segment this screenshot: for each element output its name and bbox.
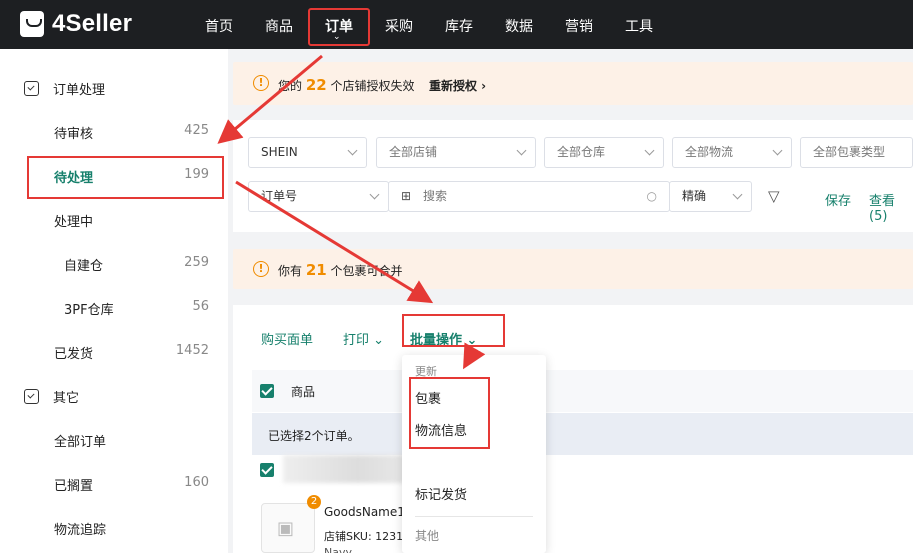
brand-name: 4Seller — [52, 10, 133, 37]
search-icon: ○ — [646, 189, 657, 203]
sidebar-item-tracking[interactable]: 物流追踪 — [54, 519, 106, 538]
sidebar-group-order-processing[interactable]: 订单处理 — [24, 79, 105, 98]
nav-inventory[interactable]: 库存 — [445, 16, 473, 36]
nav-products[interactable]: 商品 — [265, 16, 293, 36]
product-name[interactable]: GoodsName11 — [324, 505, 402, 519]
sidebar-item-3pf-warehouse[interactable]: 3PF仓库 — [64, 299, 114, 318]
sidebar-count: 160 — [184, 475, 209, 490]
top-navbar: 4Seller 首页 商品 订单 ⌄ 采购 库存 数据 营销 工具 — [0, 0, 913, 49]
sidebar-item-pending-review[interactable]: 待审核 — [54, 123, 93, 142]
warning-icon: ! — [253, 261, 269, 277]
sidebar-item-on-hold[interactable]: 已搁置 — [54, 475, 93, 494]
search-input[interactable]: ⊞ 搜索 ○ — [388, 181, 670, 212]
sidebar-count: 425 — [184, 123, 209, 138]
sidebar-group-label: 订单处理 — [53, 83, 106, 98]
chevron-down-icon — [732, 189, 743, 200]
platform-select[interactable]: SHEIN — [248, 137, 367, 168]
nav-data[interactable]: 数据 — [505, 16, 533, 36]
clipboard-icon — [24, 389, 39, 404]
select-all-checkbox[interactable] — [260, 384, 274, 398]
product-variant: Navy — [324, 546, 352, 553]
nav-marketing[interactable]: 营销 — [565, 16, 593, 36]
buy-label-button[interactable]: 购买面单 — [261, 329, 313, 348]
sidebar-item-shipped[interactable]: 已发货 — [54, 343, 93, 362]
sidebar-item-processing[interactable]: 处理中 — [54, 211, 93, 230]
row-checkbox[interactable] — [260, 463, 274, 477]
column-product: 商品 — [291, 385, 316, 399]
sidebar-group-label: 其它 — [53, 391, 80, 406]
filter-icon[interactable]: ▽ — [768, 187, 780, 205]
quantity-badge: 2 — [307, 495, 321, 509]
chevron-down-icon — [516, 145, 527, 156]
sidebar-highlight-box — [27, 156, 224, 199]
product-sku: 店铺SKU: 1231 — [324, 530, 402, 543]
selection-note: 已选择2个订单。 — [268, 429, 360, 443]
auth-warning-text: 您的 22 个店铺授权失效 — [278, 76, 415, 94]
bag-icon — [20, 11, 44, 37]
product-image: ▣ — [261, 503, 315, 553]
sidebar-item-own-warehouse[interactable]: 自建仓 — [64, 255, 103, 274]
menu-items-highlight — [409, 377, 490, 449]
chevron-down-icon — [644, 145, 655, 156]
menu-divider — [415, 516, 533, 517]
brand-logo[interactable]: 4Seller — [20, 10, 132, 38]
sidebar-count: 259 — [184, 255, 209, 270]
sidebar-count: 56 — [192, 299, 209, 314]
merge-warning-bar: ! 你有 21 个包裹可合并 — [233, 249, 913, 289]
chevron-down-icon — [347, 145, 358, 156]
nav-tools[interactable]: 工具 — [625, 16, 653, 36]
auth-warning-bar: ! 您的 22 个店铺授权失效 重新授权 › — [233, 62, 913, 105]
search-field-select[interactable]: 订单号 — [248, 181, 389, 212]
chevron-down-icon — [772, 145, 783, 156]
shop-select[interactable]: 全部店铺 — [376, 137, 536, 168]
sidebar-count: 1452 — [175, 343, 209, 358]
warning-icon: ! — [253, 75, 269, 91]
sidebar-group-other[interactable]: 其它 — [24, 387, 79, 406]
view-button[interactable]: 查看(5) — [869, 190, 913, 224]
image-placeholder-icon: ▣ — [277, 518, 295, 539]
match-mode-select[interactable]: 精确 — [669, 181, 752, 212]
chevron-down-icon — [369, 189, 380, 200]
batch-operation-highlight — [402, 314, 505, 347]
sidebar-item-all-orders[interactable]: 全部订单 — [54, 431, 106, 450]
menu-item-mark-shipped[interactable]: 标记发货 — [415, 484, 467, 503]
warehouse-select[interactable]: 全部仓库 — [544, 137, 664, 168]
reauthorize-link[interactable]: 重新授权 › — [429, 77, 486, 94]
clipboard-icon — [24, 81, 39, 96]
menu-section-other: 其他 — [415, 529, 440, 543]
table-header — [252, 370, 913, 412]
merge-warning-text: 你有 21 个包裹可合并 — [278, 261, 403, 279]
nav-home[interactable]: 首页 — [205, 16, 233, 36]
nav-orders-highlight — [308, 8, 370, 46]
sidebar: 订单处理 待审核 425 待处理 199 处理中 自建仓 259 3PF仓库 5… — [0, 49, 228, 553]
nav-purchase[interactable]: 采购 — [385, 16, 413, 36]
grid-icon: ⊞ — [401, 189, 412, 203]
save-button[interactable]: 保存 — [825, 190, 851, 209]
print-button[interactable]: 打印 ⌄ — [343, 329, 384, 348]
logistics-select[interactable]: 全部物流 — [672, 137, 792, 168]
package-type-select[interactable]: 全部包裹类型 — [800, 137, 913, 168]
